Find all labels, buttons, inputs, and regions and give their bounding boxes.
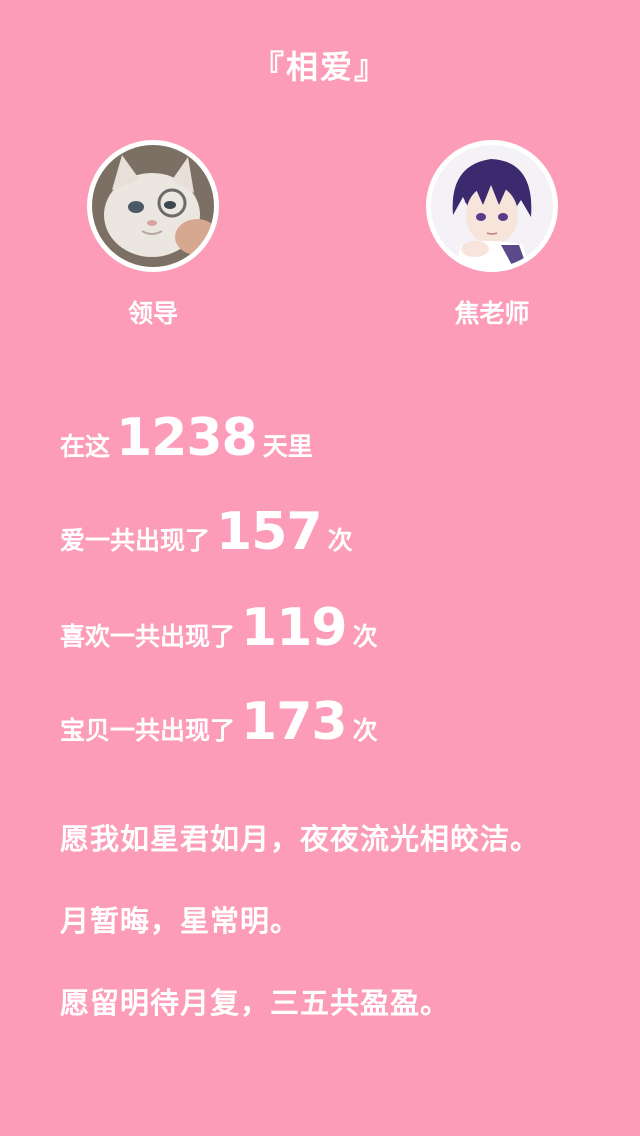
poem-line-2: 月暂晦，星常明。 — [60, 904, 301, 938]
person-name-right: 焦老师 — [454, 299, 530, 328]
stat-prefix: 在这 — [60, 432, 111, 461]
page-title: 『相爱』 — [251, 48, 388, 86]
stat-prefix: 爱一共出现了 — [60, 526, 211, 555]
cat-avatar-icon[interactable] — [87, 140, 219, 272]
poem-line-3: 愿留明待月复，三五共盈盈。 — [60, 986, 451, 1020]
stat-value: 173 — [241, 692, 348, 752]
stat-like: 喜欢一共出现了 119 次 — [60, 598, 378, 658]
stat-prefix: 宝贝一共出现了 — [60, 716, 236, 745]
poem-line-1: 愿我如星君如月，夜夜流光相皎洁。 — [60, 822, 541, 856]
person-right: 焦老师 — [422, 140, 562, 330]
person-left: 领导 — [83, 140, 223, 330]
stat-suffix: 次 — [352, 622, 378, 651]
stat-prefix: 喜欢一共出现了 — [60, 622, 236, 651]
stat-love: 爱一共出现了 157 次 — [60, 502, 353, 562]
stat-suffix: 次 — [327, 526, 353, 555]
person-name-left: 领导 — [127, 299, 178, 328]
stat-days: 在这 1238 天里 — [60, 408, 313, 468]
stat-value: 157 — [216, 502, 323, 562]
stat-value: 119 — [241, 598, 348, 658]
stat-suffix: 天里 — [262, 432, 313, 461]
stat-value: 1238 — [116, 408, 258, 468]
stat-suffix: 次 — [352, 716, 378, 745]
stat-baby: 宝贝一共出现了 173 次 — [60, 692, 378, 752]
anime-boy-avatar-icon[interactable] — [426, 140, 558, 272]
